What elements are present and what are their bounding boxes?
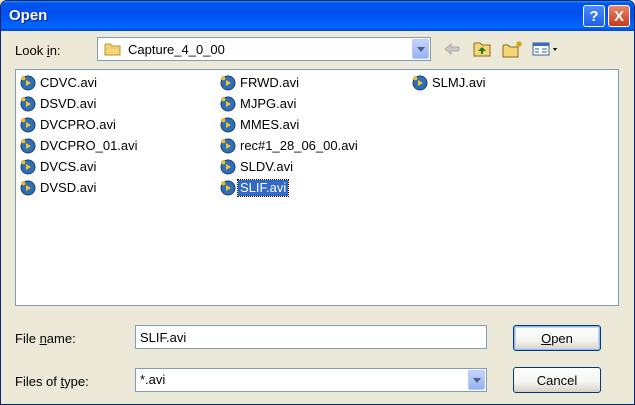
file-name: MJPG.avi: [240, 96, 297, 111]
file-item[interactable]: SLIF.avi: [220, 179, 290, 197]
look-in-combo[interactable]: Capture_4_0_00: [97, 37, 431, 61]
folder-icon: [104, 43, 121, 56]
open-button-label: Open: [541, 330, 573, 346]
file-name: SLIF.avi: [236, 179, 290, 197]
file-name: rec#1_28_06_00.avi: [240, 138, 358, 153]
files-of-type-value: *.avi: [140, 372, 166, 387]
chevron-down-icon: [472, 377, 481, 383]
file-name: CDVC.avi: [40, 75, 98, 90]
media-file-icon: [20, 96, 36, 112]
chevron-down-icon: [416, 46, 425, 52]
open-dialog: Open ? X Look in: Capture_4_0_00 CDVC.av…: [0, 0, 635, 405]
look-in-value: Capture_4_0_00: [128, 42, 225, 57]
file-list[interactable]: CDVC.avi DSVD.avi DVCPRO.avi DVCPRO_01.avi D…: [15, 69, 619, 306]
media-file-icon: [20, 180, 36, 196]
up-folder-icon: [473, 42, 491, 57]
file-name: SLDV.avi: [240, 159, 293, 174]
file-item[interactable]: rec#1_28_06_00.avi: [220, 137, 360, 155]
look-in-label: Look in:: [15, 43, 61, 58]
up-one-level-button[interactable]: [471, 39, 493, 59]
files-of-type-combo[interactable]: *.avi: [135, 368, 487, 392]
media-file-icon: [220, 96, 236, 112]
files-of-type-dropdown-arrow[interactable]: [468, 370, 485, 390]
dialog-title: Open: [9, 7, 48, 24]
files-of-type-label: Files of type:: [15, 374, 89, 389]
file-item[interactable]: MJPG.avi: [220, 95, 298, 113]
file-item[interactable]: DVCPRO_01.avi: [20, 137, 140, 155]
file-name-label: File name:: [15, 331, 76, 346]
media-file-icon: [220, 159, 236, 175]
file-name: SLMJ.avi: [432, 75, 486, 90]
help-icon: ?: [589, 7, 599, 25]
cancel-button[interactable]: Cancel: [513, 367, 601, 393]
file-item[interactable]: DVCPRO.avi: [20, 116, 118, 134]
create-new-folder-button[interactable]: [501, 39, 525, 59]
media-file-icon: [20, 159, 36, 175]
file-item[interactable]: MMES.avi: [220, 116, 301, 134]
new-folder-icon: [502, 41, 522, 58]
file-name: FRWD.avi: [240, 75, 299, 90]
close-button[interactable]: X: [608, 5, 630, 27]
file-name: DVCPRO.avi: [40, 117, 116, 132]
file-item[interactable]: DVCS.avi: [20, 158, 98, 176]
file-name: DVSD.avi: [40, 180, 97, 195]
file-name-input[interactable]: [135, 325, 487, 349]
file-item[interactable]: SLMJ.avi: [412, 74, 487, 92]
cancel-button-label: Cancel: [536, 372, 578, 388]
file-item[interactable]: SLDV.avi: [220, 158, 295, 176]
view-menu-button[interactable]: [531, 39, 561, 59]
close-icon: X: [613, 7, 624, 25]
file-item[interactable]: FRWD.avi: [220, 74, 301, 92]
media-file-icon: [20, 117, 36, 133]
media-file-icon: [20, 138, 36, 154]
title-bar[interactable]: Open ? X: [1, 1, 634, 31]
media-file-icon: [220, 180, 236, 196]
media-file-icon: [220, 138, 236, 154]
look-in-dropdown-arrow[interactable]: [412, 39, 429, 59]
open-button[interactable]: Open: [513, 325, 601, 351]
help-button[interactable]: ?: [583, 5, 605, 27]
media-file-icon: [412, 75, 428, 91]
media-file-icon: [20, 75, 36, 91]
file-item[interactable]: DVSD.avi: [20, 179, 98, 197]
back-button[interactable]: [441, 39, 463, 59]
file-name: DVCPRO_01.avi: [40, 138, 138, 153]
view-menu-icon: [532, 42, 557, 56]
file-name: DVCS.avi: [40, 159, 97, 174]
back-arrow-icon: [444, 43, 460, 55]
media-file-icon: [220, 117, 236, 133]
file-item[interactable]: DSVD.avi: [20, 95, 98, 113]
file-item[interactable]: CDVC.avi: [20, 74, 99, 92]
file-name: DSVD.avi: [40, 96, 97, 111]
media-file-icon: [220, 75, 236, 91]
file-name: MMES.avi: [240, 117, 300, 132]
